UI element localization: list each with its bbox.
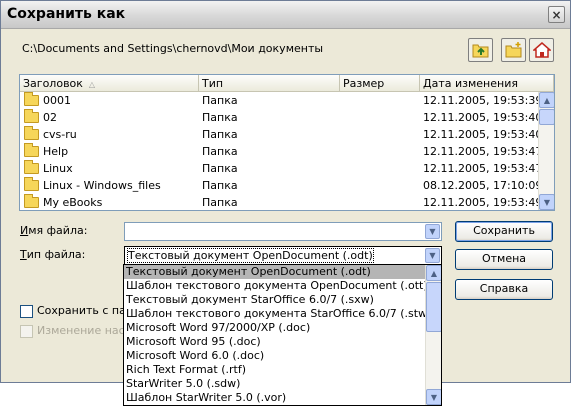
new-folder-icon <box>505 42 522 58</box>
file-type: Папка <box>202 162 238 175</box>
close-button[interactable]: × <box>548 6 565 23</box>
file-type: Папка <box>202 145 238 158</box>
list-item[interactable]: Rich Text Format (.rtf) <box>124 363 425 377</box>
title-bar[interactable]: Сохранить как × <box>1 1 570 29</box>
dropdown-scrollbar[interactable]: ▲ ▼ <box>425 265 441 405</box>
sort-ascending-icon: △ <box>88 80 96 89</box>
table-row[interactable]: Linux - Windows_files Папка 08.12.2005, … <box>20 177 542 194</box>
list-item[interactable]: Шаблон текстового документа StarOffice 6… <box>124 307 425 321</box>
list-item[interactable]: Microsoft Word 95 (.doc) <box>124 335 425 349</box>
current-path: C:\Documents and Settings\chernovd\Мои д… <box>22 42 324 55</box>
file-date: 12.11.2005, 19:53:49 <box>423 196 543 209</box>
help-button[interactable]: Справка <box>455 279 553 300</box>
list-item[interactable]: Шаблон текстового документа OpenDocument… <box>124 279 425 293</box>
scroll-down-button[interactable]: ▼ <box>539 194 554 210</box>
file-date: 12.11.2005, 19:53:47 <box>423 162 543 175</box>
file-type: Папка <box>202 128 238 141</box>
file-name: cvs-ru <box>43 128 77 141</box>
filetype-value: Текстовый документ OpenDocument (.odt) <box>127 248 374 263</box>
column-header-title[interactable]: Заголовок △ <box>20 75 199 92</box>
scroll-down-button[interactable]: ▼ <box>426 389 441 405</box>
file-list-scrollbar[interactable]: ▲ ▼ <box>538 92 554 210</box>
close-icon: × <box>551 7 562 22</box>
file-name: My eBooks <box>43 196 103 209</box>
scroll-up-button[interactable]: ▲ <box>539 92 554 108</box>
table-row[interactable]: cvs-ru Папка 12.11.2005, 19:53:40 <box>20 126 542 143</box>
list-item[interactable]: Текстовый документ StarOffice 6.0/7 (.sx… <box>124 293 425 307</box>
folder-icon <box>24 160 39 174</box>
list-item[interactable]: Microsoft Word 6.0 (.doc) <box>124 349 425 363</box>
file-type: Папка <box>202 94 238 107</box>
filetype-select[interactable]: Текстовый документ OpenDocument (.odt) ▼ <box>124 246 442 265</box>
arrow-down-icon: ▼ <box>543 197 551 207</box>
chevron-down-icon: ▼ <box>429 251 436 260</box>
list-item[interactable]: Шаблон StarWriter 5.0 (.vor) <box>124 391 425 405</box>
folder-icon <box>24 194 39 208</box>
table-row[interactable]: Help Папка 12.11.2005, 19:53:47 <box>20 143 542 160</box>
file-type: Папка <box>202 196 238 209</box>
list-item[interactable]: Microsoft Word 97/2000/XP (.doc) <box>124 321 425 335</box>
list-item[interactable]: Текстовый документ OpenDocument (.odt) <box>124 265 425 279</box>
filetype-dropdown-list[interactable]: Текстовый документ OpenDocument (.odt) Ш… <box>123 264 442 406</box>
table-row[interactable]: Linux Папка 12.11.2005, 19:53:47 <box>20 160 542 177</box>
arrow-up-icon: ▲ <box>543 95 551 105</box>
new-folder-button[interactable] <box>501 38 526 62</box>
edit-filter-checkbox[interactable] <box>20 325 33 338</box>
file-date: 08.12.2005, 17:10:09 <box>423 179 543 192</box>
folder-icon <box>24 92 39 106</box>
save-password-label: Сохранить с пароле <box>37 304 124 317</box>
folder-icon <box>24 109 39 123</box>
list-item[interactable]: StarWriter 5.0 (.sdw) <box>124 377 425 391</box>
table-row[interactable]: 0001 Папка 12.11.2005, 19:53:39 <box>20 92 542 109</box>
file-date: 12.11.2005, 19:53:40 <box>423 128 543 141</box>
scroll-thumb[interactable] <box>426 282 441 332</box>
home-button[interactable] <box>529 38 554 62</box>
chevron-down-icon: ▼ <box>429 227 436 236</box>
arrow-up-icon: ▲ <box>430 268 438 278</box>
file-name: 0001 <box>43 94 71 107</box>
arrow-down-icon: ▼ <box>430 392 438 402</box>
file-type: Папка <box>202 179 238 192</box>
home-icon <box>533 42 551 58</box>
folder-icon <box>24 177 39 191</box>
file-date: 12.11.2005, 19:53:40 <box>423 111 543 124</box>
file-date: 12.11.2005, 19:53:39 <box>423 94 543 107</box>
file-list-header: Заголовок △ Тип Размер Дата изменения <box>20 75 554 92</box>
folder-icon <box>24 143 39 157</box>
file-list-rows: 0001 Папка 12.11.2005, 19:53:39 02 Папка… <box>20 92 542 210</box>
save-button[interactable]: Сохранить <box>455 221 553 242</box>
folder-up-icon <box>472 44 489 58</box>
column-header-date[interactable]: Дата изменения <box>420 75 554 92</box>
cancel-button[interactable]: Отмена <box>455 249 553 270</box>
column-header-type[interactable]: Тип <box>199 75 340 92</box>
folder-up-button[interactable] <box>468 38 493 62</box>
dialog-title: Сохранить как <box>7 6 126 22</box>
file-type: Папка <box>202 111 238 124</box>
column-header-size[interactable]: Размер <box>340 75 420 92</box>
file-name: Help <box>43 145 69 158</box>
filetype-label: Тип файла: <box>20 248 86 261</box>
file-list: Заголовок △ Тип Размер Дата изменения 000… <box>19 74 555 211</box>
table-row[interactable]: My eBooks Папка 12.11.2005, 19:53:49 <box>20 194 542 210</box>
save-password-checkbox[interactable] <box>20 305 33 318</box>
table-row[interactable]: 02 Папка 12.11.2005, 19:53:40 <box>20 109 542 126</box>
scroll-up-button[interactable]: ▲ <box>426 265 441 281</box>
edit-filter-label: Изменение настроек фильтра <box>37 324 124 337</box>
file-name: Linux - Windows_files <box>43 179 161 192</box>
folder-icon <box>24 126 39 140</box>
file-name: 02 <box>43 111 57 124</box>
file-date: 12.11.2005, 19:53:47 <box>423 145 543 158</box>
scroll-thumb[interactable] <box>539 109 554 125</box>
filename-dropdown-button[interactable]: ▼ <box>425 224 440 239</box>
filetype-dropdown-button[interactable]: ▼ <box>425 248 440 263</box>
filename-label: Имя файла: <box>20 224 88 237</box>
filename-input[interactable]: ▼ <box>124 222 442 241</box>
file-name: Linux <box>43 162 73 175</box>
